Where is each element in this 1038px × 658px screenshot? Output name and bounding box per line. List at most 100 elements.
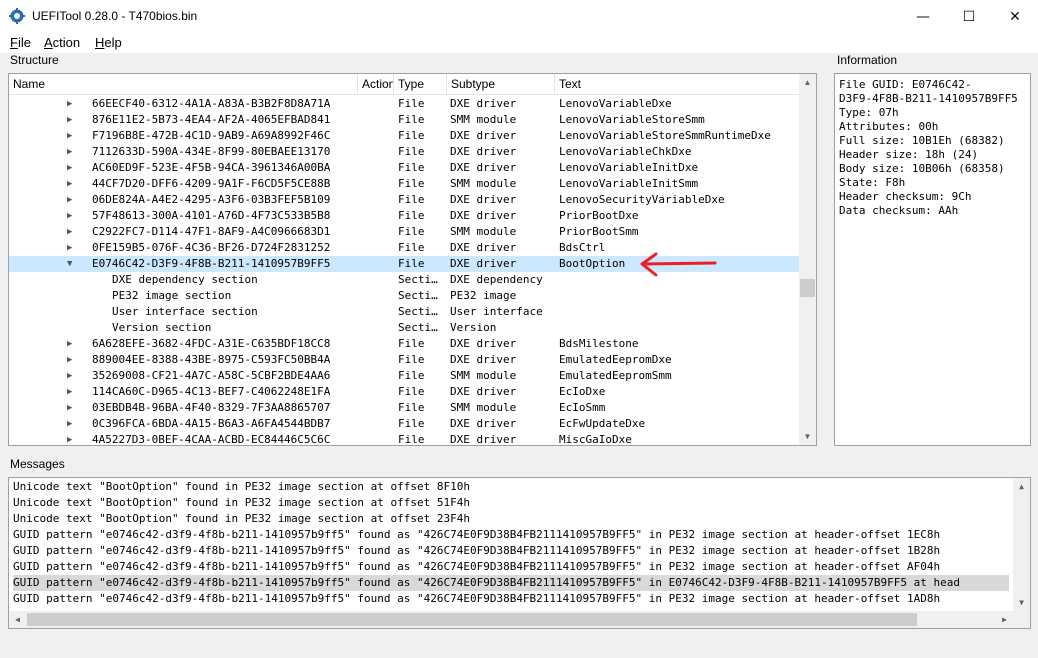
expand-chevron-icon[interactable]: ▶ (67, 128, 77, 144)
message-line[interactable]: Unicode text "BootOption" found in PE32 … (13, 495, 1009, 511)
message-line[interactable]: GUID pattern "e0746c42-d3f9-4f8b-b211-14… (13, 559, 1009, 575)
tree-row[interactable]: PE32 image section Secti… PE32 image (9, 288, 799, 304)
scroll-up-icon[interactable]: ▲ (799, 74, 816, 91)
message-line[interactable]: GUID pattern "e0746c42-d3f9-4f8b-b211-14… (13, 527, 1009, 543)
information-line: Attributes: 00h (839, 120, 939, 133)
expand-chevron-icon[interactable]: ▶ (67, 400, 77, 416)
tree-cell-type: File (398, 177, 425, 190)
tree-row[interactable]: ▶ C2922FC7-D114-47F1-8AF9-A4C0966683D1 Fil… (9, 224, 799, 240)
tree-row[interactable]: ▶ 114CA60C-D965-4C13-BEF7-C4062248E1FA Fil… (9, 384, 799, 400)
tree-row[interactable]: ▶ AC60ED9F-523E-4F5B-94CA-3961346A00BA Fil… (9, 160, 799, 176)
expand-chevron-icon[interactable]: ▶ (67, 432, 77, 445)
information-line: File GUID: E0746C42- (839, 78, 972, 91)
tree-cell-text: PriorBootDxe (559, 209, 639, 222)
tree-row[interactable]: ▶ 4A5227D3-0BEF-4CAA-ACBD-EC84446C5C6C Fil… (9, 432, 799, 445)
column-header-action[interactable]: Action (358, 74, 394, 94)
expand-chevron-icon[interactable]: ▶ (67, 240, 77, 256)
tree-row[interactable]: ▶ 0C396FCA-6BDA-4A15-B6A3-A6FA4544BDB7 Fil… (9, 416, 799, 432)
tree-cell-name: 889004EE-8388-43BE-8975-C593FC50BB4A (92, 353, 331, 366)
maximize-button[interactable]: ☐ (946, 0, 992, 33)
tree-cell-text: BootOption (559, 257, 626, 270)
tree-row[interactable]: ▶ 876E11E2-5B73-4EA4-AF2A-4065EFBAD841 Fil… (9, 112, 799, 128)
information-line: Body size: 10B06h (68358) (839, 162, 1005, 175)
menu-file[interactable]: File (10, 35, 31, 50)
scroll-up-icon[interactable]: ▲ (1013, 478, 1030, 495)
title-bar: UEFITool 0.28.0 - T470bios.bin — ☐ ✕ (0, 0, 1038, 33)
expand-chevron-icon[interactable]: ▶ (67, 368, 77, 384)
message-line[interactable]: GUID pattern "e0746c42-d3f9-4f8b-b211-14… (13, 591, 1009, 607)
tree-row[interactable]: ▶ F7196B8E-472B-4C1D-9AB9-A69A8992F46C Fil… (9, 128, 799, 144)
minimize-button[interactable]: — (900, 0, 946, 33)
tree-cell-text: EcFwUpdateDxe (559, 417, 646, 430)
tree-cell-subtype: DXE driver (450, 417, 517, 430)
expand-chevron-icon[interactable]: ▶ (67, 176, 77, 192)
expand-chevron-icon[interactable]: ▶ (67, 160, 77, 176)
information-label: Information (837, 53, 898, 67)
expand-chevron-icon[interactable]: ▶ (67, 416, 77, 432)
expand-chevron-icon[interactable]: ▶ (67, 208, 77, 224)
messages-list[interactable]: Unicode text "BootOption" found in PE32 … (8, 477, 1031, 629)
messages-vscrollbar[interactable]: ▲ ▼ (1013, 478, 1030, 611)
tree-cell-name: 6A628EFE-3682-4FDC-A31E-C635BDF18CC8 (92, 337, 331, 350)
hscroll-thumb[interactable] (27, 613, 917, 626)
scroll-down-icon[interactable]: ▼ (1013, 594, 1030, 611)
menu-help[interactable]: Help (95, 35, 122, 50)
column-header-name[interactable]: Name (9, 74, 358, 94)
messages-hscrollbar[interactable]: ◀ ▶ (9, 611, 1030, 628)
scroll-left-icon[interactable]: ◀ (9, 611, 26, 628)
expand-chevron-icon[interactable]: ▶ (67, 384, 77, 400)
tree-row[interactable]: Version section Secti… Version (9, 320, 799, 336)
tree-cell-type: File (398, 257, 425, 270)
information-line: Full size: 10B1Eh (68382) (839, 134, 1005, 147)
tree-cell-subtype: DXE driver (450, 353, 517, 366)
expand-chevron-icon[interactable]: ▶ (67, 224, 77, 240)
close-button[interactable]: ✕ (992, 0, 1038, 33)
uefitool-app-icon (9, 8, 25, 24)
scroll-right-icon[interactable]: ▶ (996, 611, 1013, 628)
structure-vscrollbar[interactable]: ▲ ▼ (799, 74, 816, 445)
tree-row[interactable]: User interface section Secti… User interfa… (9, 304, 799, 320)
tree-cell-text: EmulatedEepromSmm (559, 369, 672, 382)
tree-cell-subtype: DXE driver (450, 337, 517, 350)
menu-action[interactable]: Action (44, 35, 80, 50)
expand-chevron-icon[interactable]: ▶ (67, 96, 77, 112)
collapse-chevron-icon[interactable]: ▼ (67, 256, 77, 272)
expand-chevron-icon[interactable]: ▶ (67, 352, 77, 368)
column-header-type[interactable]: Type (394, 74, 447, 94)
tree-row[interactable]: ▶ 35269008-CF21-4A7C-A58C-5CBF2BDE4AA6 Fil… (9, 368, 799, 384)
scroll-thumb[interactable] (800, 279, 815, 297)
tree-cell-subtype: DXE driver (450, 209, 517, 222)
tree-row[interactable]: ▶ 06DE824A-A4E2-4295-A3F6-03B3FEF5B109 Fil… (9, 192, 799, 208)
tree-cell-subtype: SMM module (450, 225, 517, 238)
column-header-text[interactable]: Text (555, 74, 805, 94)
tree-cell-subtype: DXE driver (450, 161, 517, 174)
column-header-subtype[interactable]: Subtype (447, 74, 555, 94)
tree-cell-name: E0746C42-D3F9-4F8B-B211-1410957B9FF5 (92, 257, 331, 270)
tree-row[interactable]: ▶ 7112633D-590A-434E-8F99-80EBAEE13170 Fil… (9, 144, 799, 160)
tree-cell-subtype: SMM module (450, 401, 517, 414)
expand-chevron-icon[interactable]: ▶ (67, 144, 77, 160)
scroll-down-icon[interactable]: ▼ (799, 428, 816, 445)
tree-cell-text: EcIoSmm (559, 401, 606, 414)
information-line: D3F9-4F8B-B211-1410957B9FF5 (839, 92, 1018, 105)
tree-cell-name: 114CA60C-D965-4C13-BEF7-C4062248E1FA (92, 385, 331, 398)
tree-row[interactable]: ▶ 57F48613-300A-4101-A76D-4F73C533B5B8 Fil… (9, 208, 799, 224)
expand-chevron-icon[interactable]: ▶ (67, 112, 77, 128)
tree-cell-type: Secti… (398, 289, 438, 302)
tree-row[interactable]: ▶ 03EBDB4B-96BA-4F40-8329-7F3AA8865707 Fil… (9, 400, 799, 416)
tree-cell-name: PE32 image section (112, 289, 232, 302)
messages-label: Messages (10, 457, 65, 471)
message-line[interactable]: Unicode text "BootOption" found in PE32 … (13, 479, 1009, 495)
tree-row[interactable]: ▶ 889004EE-8388-43BE-8975-C593FC50BB4A Fil… (9, 352, 799, 368)
tree-cell-text: LenovoVariableStoreSmmRuntimeDxe (559, 129, 771, 142)
tree-cell-subtype: DXE driver (450, 97, 517, 110)
tree-row[interactable]: ▶ 66EECF40-6312-4A1A-A83A-B3B2F8D8A71A Fil… (9, 96, 799, 112)
expand-chevron-icon[interactable]: ▶ (67, 192, 77, 208)
tree-row[interactable]: ▶ 6A628EFE-3682-4FDC-A31E-C635BDF18CC8 Fil… (9, 336, 799, 352)
message-line[interactable]: GUID pattern "e0746c42-d3f9-4f8b-b211-14… (13, 575, 1009, 591)
tree-row[interactable]: ▶ 44CF7D20-DFF6-4209-9A1F-F6CD5F5CE88B Fil… (9, 176, 799, 192)
tree-cell-type: File (398, 129, 425, 142)
message-line[interactable]: Unicode text "BootOption" found in PE32 … (13, 511, 1009, 527)
expand-chevron-icon[interactable]: ▶ (67, 336, 77, 352)
message-line[interactable]: GUID pattern "e0746c42-d3f9-4f8b-b211-14… (13, 543, 1009, 559)
